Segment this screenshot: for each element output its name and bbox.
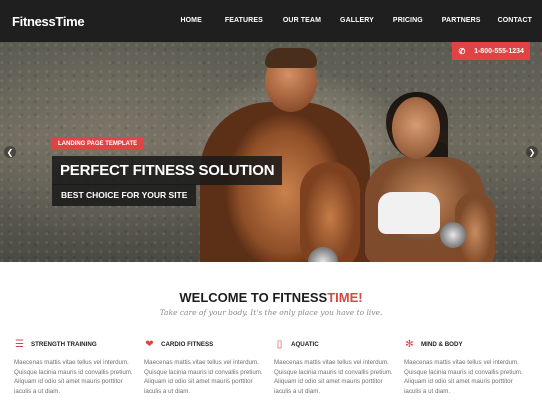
feature-cardio: ❤ CARDIO FITNESS Maecenas mattis vitae t…	[144, 339, 274, 396]
feature-strength: ☰ STRENGTH TRAINING Maecenas mattis vita…	[14, 339, 144, 396]
welcome-tagline: Take care of your body. It's the only pl…	[159, 308, 383, 317]
feature-aquatic: ▯ AQUATIC Maecenas mattis vitae tellus v…	[274, 339, 404, 396]
hero-slider: ✆ 1-800-555-1234 ❮ ❯ LANDING PAGE TEMPLA…	[0, 42, 542, 262]
slider-next-button[interactable]: ❯	[526, 146, 538, 158]
feature-title: MIND & BODY	[421, 341, 463, 348]
mind-body-icon: ✻	[405, 339, 414, 350]
nav-item-pricing[interactable]: PRICING	[393, 17, 423, 24]
feature-mind-body: ✻ MIND & BODY Maecenas mattis vitae tell…	[404, 339, 534, 396]
features-row: ☰ STRENGTH TRAINING Maecenas mattis vita…	[14, 339, 534, 396]
phone-button[interactable]: ✆ 1-800-555-1234	[452, 42, 530, 60]
chevron-right-icon: ❯	[528, 147, 536, 157]
athlete-man-hair	[265, 48, 317, 68]
feature-text: Maecenas mattis vitae tellus vel interdu…	[404, 359, 523, 395]
feature-text: Maecenas mattis vitae tellus vel interdu…	[274, 359, 393, 395]
welcome-title-accent: TIME!	[327, 290, 363, 305]
athlete-man-arm	[300, 162, 360, 262]
feature-title: AQUATIC	[291, 341, 319, 348]
feature-title: CARDIO FITNESS	[161, 341, 214, 348]
nav-item-home[interactable]: HOME	[180, 17, 201, 24]
water-bottle-icon: ▯	[276, 339, 283, 350]
chevron-left-icon: ❮	[6, 147, 14, 157]
phone-number: 1-800-555-1234	[474, 47, 524, 55]
feature-text: Maecenas mattis vitae tellus vel interdu…	[144, 359, 263, 395]
feature-title: STRENGTH TRAINING	[31, 341, 97, 348]
hero-subline: BEST CHOICE FOR YOUR SITE	[52, 184, 197, 206]
nav-item-contact[interactable]: CONTACT	[498, 17, 532, 24]
welcome-title: WELCOME TO FITNESSTIME!	[0, 290, 542, 305]
site-header: FitnessTime HOME FEATURES OUR TEAM GALLE…	[0, 0, 542, 42]
hero-headline: PERFECT FITNESS SOLUTION	[52, 156, 283, 185]
dumbbell-image	[440, 222, 466, 248]
nav-item-features[interactable]: FEATURES	[225, 17, 263, 24]
athlete-woman-head	[392, 97, 440, 159]
phone-icon: ✆	[458, 46, 466, 56]
slider-prev-button[interactable]: ❮	[4, 146, 16, 158]
site-logo[interactable]: FitnessTime	[12, 14, 85, 29]
nav-item-partners[interactable]: PARTNERS	[442, 17, 481, 24]
heart-pulse-icon: ❤	[145, 339, 154, 350]
nav-item-our-team[interactable]: OUR TEAM	[283, 17, 321, 24]
welcome-title-main: WELCOME TO FITNESS	[179, 290, 328, 305]
hero-tag: LANDING PAGE TEMPLATE	[52, 138, 144, 150]
feature-text: Maecenas mattis vitae tellus vel interdu…	[14, 359, 133, 395]
main-nav: HOME FEATURES OUR TEAM GALLERY PRICING P…	[180, 17, 532, 24]
athlete-woman-top	[378, 192, 440, 234]
nav-item-gallery[interactable]: GALLERY	[340, 17, 374, 24]
dumbbell-icon: ☰	[15, 339, 24, 350]
